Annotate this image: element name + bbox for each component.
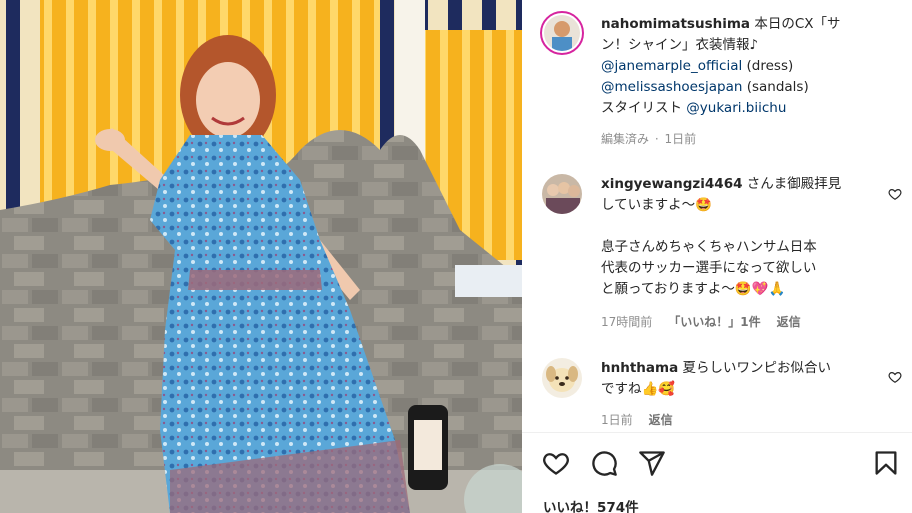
likes-count[interactable]: いいね！574件 [543, 496, 639, 513]
comment-time[interactable]: 1日前 [601, 413, 633, 427]
reply-button[interactable]: 返信 [777, 315, 801, 329]
mention-janemarple-suffix: (dress) [742, 58, 794, 74]
mention-janemarple[interactable]: @janemarple_official [601, 58, 742, 74]
post-time[interactable]: 1日前 [664, 132, 696, 146]
commenter-avatar[interactable] [542, 174, 582, 214]
post-photo[interactable] [0, 0, 522, 513]
comment-line-3: 息子さんめちゃくちゃハンサム日本 [601, 239, 817, 255]
commenter-avatar[interactable] [542, 358, 582, 398]
mention-melissashoes[interactable]: @melissashoesjapan [601, 79, 742, 95]
caption-line-2: ン！シャイン」衣装情報♪ [601, 37, 759, 53]
comment-item: hnhthama 夏らしいワンピお似合い ですね👍🥰 1日前 返信 [542, 358, 902, 433]
comment-line-4: 代表のサッカー選手になって欲しい [601, 260, 817, 276]
comment-meta: 17時間前 「いいね！」1件 返信 [601, 312, 881, 333]
comment-time[interactable]: 17時間前 [601, 315, 652, 329]
author-username[interactable]: nahomimatsushima [601, 16, 750, 32]
comment-line-2: ですね👍🥰 [601, 381, 676, 397]
share-icon[interactable] [638, 449, 666, 477]
comment-line-1: 夏らしいワンピお似合い [682, 360, 831, 376]
post-caption: nahomimatsushima 本日のCX「サ ン！シャイン」衣装情報♪ @j… [601, 14, 901, 119]
author-avatar[interactable] [540, 11, 584, 55]
author-avatar-image [544, 15, 580, 51]
comment-body: xingyewangzi4464 さんま御殿拝見 していますよ〜🤩 息子さんめち… [601, 174, 881, 333]
commenter-avatar-image [542, 358, 582, 398]
commenter-username[interactable]: hnhthama [601, 360, 678, 376]
comment-body: hnhthama 夏らしいワンピお似合い ですね👍🥰 1日前 返信 [601, 358, 881, 431]
caption-line-1: 本日のCX「サ [754, 16, 841, 32]
post-side-panel: nahomimatsushima 本日のCX「サ ン！シャイン」衣装情報♪ @j… [522, 0, 912, 513]
photo-illustration [0, 0, 522, 513]
reply-button[interactable]: 返信 [649, 413, 673, 427]
comment-line-1: さんま御殿拝見 [746, 176, 842, 192]
commenter-username[interactable]: xingyewangzi4464 [601, 176, 742, 192]
comment-item: xingyewangzi4464 さんま御殿拝見 していますよ〜🤩 息子さんめち… [542, 174, 902, 334]
mention-stylist[interactable]: @yukari.biichu [686, 100, 786, 116]
bookmark-icon[interactable] [872, 449, 900, 477]
mention-melissashoes-suffix: (sandals) [742, 79, 809, 95]
commenter-avatar-image [542, 174, 582, 214]
caption-meta: 編集済み · 1日前 [601, 132, 697, 146]
comment-like-icon[interactable] [888, 370, 902, 384]
comment-meta: 1日前 返信 [601, 410, 881, 431]
comment-like-icon[interactable] [888, 187, 902, 201]
comment-line-5: と願っておりますよ〜🤩💖🙏 [601, 281, 786, 297]
edited-label: 編集済み [601, 132, 650, 146]
stylist-label: スタイリスト [601, 100, 687, 116]
comment-icon[interactable] [590, 449, 618, 477]
post-actions: いいね！574件 [522, 432, 912, 513]
heart-icon[interactable] [542, 449, 570, 477]
comment-likes[interactable]: 「いいね！」1件 [668, 315, 760, 329]
comment-line-2: していますよ〜🤩 [601, 197, 712, 213]
